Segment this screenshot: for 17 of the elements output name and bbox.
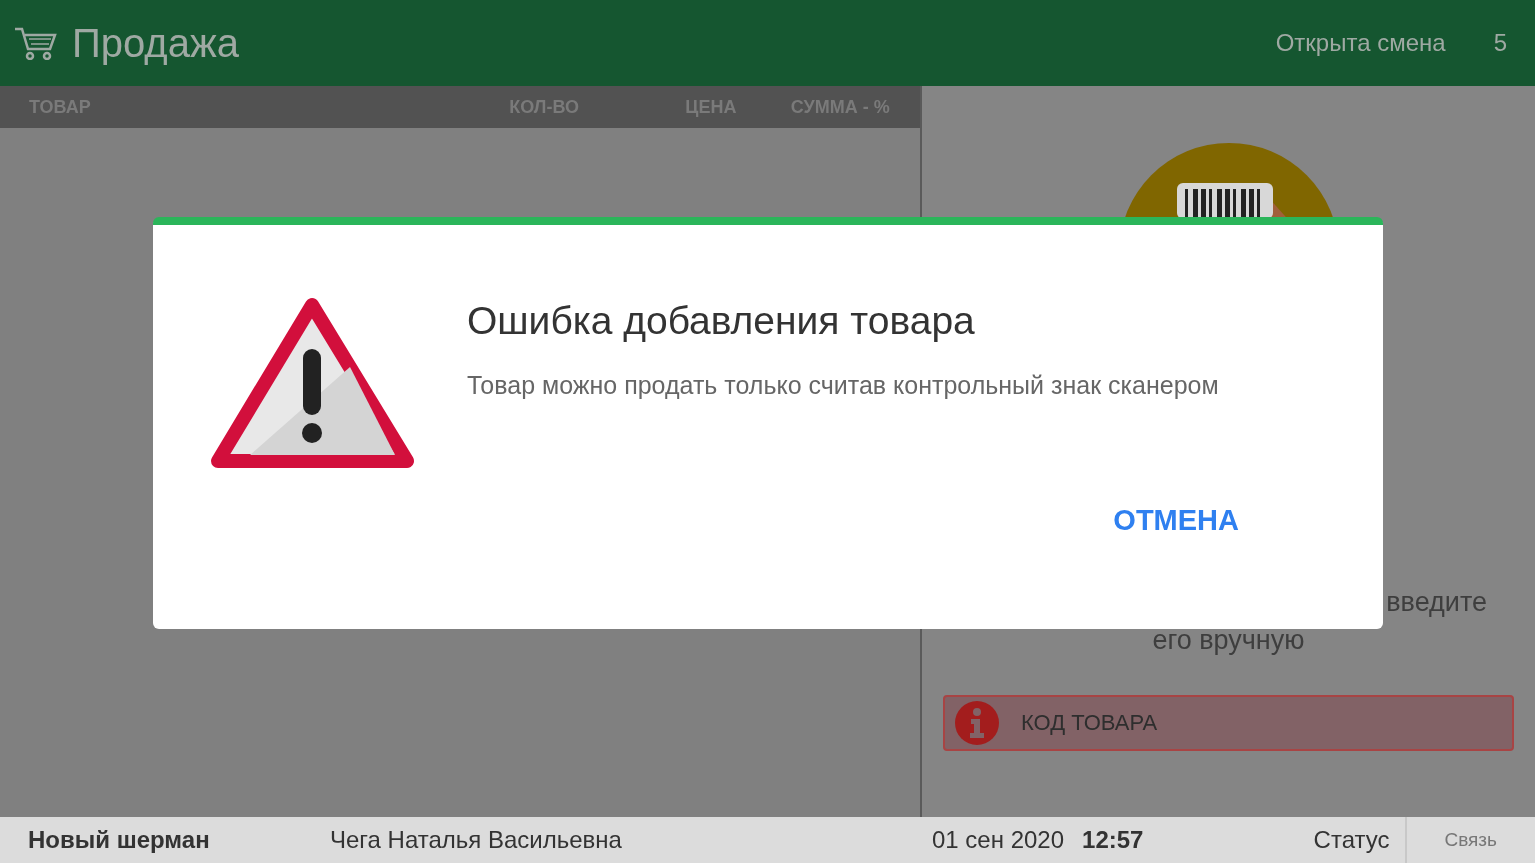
- product-code-field[interactable]: КОД ТОВАРА: [943, 695, 1514, 751]
- cancel-button[interactable]: ОТМЕНА: [1107, 500, 1245, 541]
- dialog-title: Ошибка добавления товара: [467, 298, 976, 344]
- hint-text: его вручную: [1152, 624, 1305, 657]
- store-name: Новый шерман: [28, 826, 211, 854]
- shift-status: Открыта смена: [1275, 29, 1446, 57]
- status-text: Статус: [1313, 826, 1390, 854]
- hint-text: введите: [1386, 586, 1487, 619]
- dialog-message: Товар можно продать только считав контрольный знак сканером: [467, 371, 1220, 400]
- info-icon: [955, 701, 999, 745]
- connection-text: Связь: [1405, 817, 1535, 863]
- cashier-name: Чега Наталья Васильевна: [330, 826, 623, 854]
- time-text: 12:57: [1082, 826, 1144, 854]
- shift-number: 5: [1493, 29, 1507, 57]
- page-title: Продажа: [72, 20, 240, 66]
- cart-icon: [14, 26, 58, 60]
- date-text: 01 сен 2020: [932, 826, 1065, 854]
